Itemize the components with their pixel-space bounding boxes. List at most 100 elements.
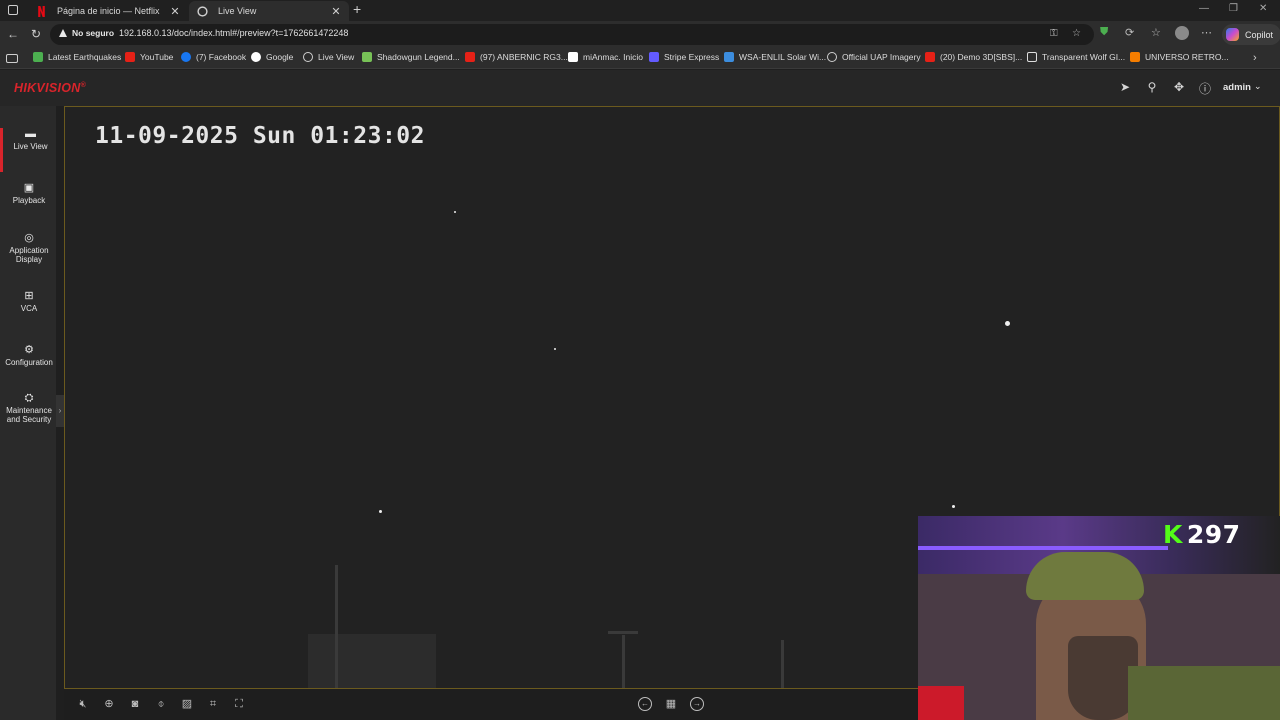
youtube-icon — [925, 52, 935, 62]
previous-icon[interactable]: ← — [638, 697, 652, 711]
bookmark-mianmac[interactable]: miAnmac. Inicio — [568, 52, 643, 62]
hikvision-logo: HIKVISION® — [14, 81, 87, 95]
sidebar-item-label: Application Display — [9, 246, 49, 264]
stripe-icon — [649, 52, 659, 62]
sidebar-collapse-handle[interactable]: › — [56, 395, 64, 427]
bookmark-youtube[interactable]: YouTube — [125, 52, 173, 62]
bookmark-label: miAnmac. Inicio — [583, 52, 643, 62]
tab-actions-icon[interactable] — [4, 3, 22, 18]
microphone-icon[interactable]: ⌽ — [154, 697, 168, 711]
security-indicator[interactable]: No seguro — [59, 28, 114, 38]
focus-icon[interactable]: ⌗ — [206, 697, 220, 711]
sidebar-item-maintenance[interactable]: ⛭ Maintenance and Security — [0, 392, 58, 436]
refresh-extension-icon[interactable]: ⟳ — [1125, 26, 1134, 39]
app-header: HIKVISION® ➤ ⚲ ✥ ⓘ admin ⌄ — [0, 70, 1280, 106]
building-silhouette — [308, 634, 436, 688]
tab-title: Página de inicio — Netflix — [57, 6, 160, 16]
sidebar-item-label: Live View — [13, 142, 48, 151]
sidebar-item-live-view[interactable]: ▬ Live View — [0, 128, 58, 172]
shield-extension-icon[interactable]: ⛊ — [1100, 26, 1108, 39]
android-icon — [362, 52, 372, 62]
sidebar-item-playback[interactable]: ▣ Playback — [0, 182, 58, 226]
bookmark-label: (97) ANBERNIC RG3... — [480, 52, 568, 62]
tab-netflix[interactable]: Página de inicio — Netflix ✕ — [28, 1, 188, 21]
bookmarks-bar: Latest Earthquakes YouTube (7) Facebook … — [0, 49, 1280, 69]
bookmark-label: UNIVERSO RETRO... — [1145, 52, 1229, 62]
chevron-down-icon[interactable]: ⌄ — [1254, 81, 1262, 92]
address-bar[interactable]: No seguro 192.168.0.13/doc/index.html#/p… — [50, 24, 1094, 45]
maintenance-icon: ⛭ — [24, 392, 34, 404]
bookmark-stripe[interactable]: Stripe Express — [649, 52, 719, 62]
send-icon[interactable]: ➤ — [1117, 80, 1133, 94]
bookmark-shadowgun[interactable]: Shadowgun Legend... — [362, 52, 460, 62]
bookmark-google[interactable]: Google — [251, 52, 293, 62]
close-window-icon[interactable]: ✕ — [1259, 3, 1267, 14]
bookmark-universo-retro[interactable]: UNIVERSO RETRO... — [1130, 52, 1229, 62]
antenna-silhouette — [622, 635, 625, 688]
info-icon[interactable]: ⓘ — [1197, 80, 1213, 97]
bookmark-latest-earthquakes[interactable]: Latest Earthquakes — [33, 52, 121, 62]
password-key-icon[interactable]: ⚿ — [1050, 28, 1058, 39]
light-point — [379, 510, 382, 513]
sidebar-item-vca[interactable]: ⊞ VCA — [0, 290, 58, 334]
live-view-toolbar: 🔇︎ ⊕ ◙ ⌽ ▨ ⌗ ⛶ ← ▦ → — [64, 689, 918, 720]
close-tab-icon[interactable]: ✕ — [331, 5, 341, 18]
bookmark-label: Stripe Express — [664, 52, 720, 62]
antenna-silhouette — [608, 631, 638, 634]
gear-icon: ⚙ — [24, 344, 34, 356]
bookmark-label: (7) Facebook — [196, 52, 247, 62]
minimize-icon[interactable]: — — [1199, 3, 1209, 14]
user-menu[interactable]: admin — [1223, 82, 1251, 93]
back-button[interactable]: ← — [5, 27, 21, 41]
mute-icon[interactable]: 🔇︎ — [76, 697, 90, 711]
live-view-icon: ▬ — [25, 128, 36, 140]
bookmark-label: Google — [266, 52, 294, 62]
layout-icon[interactable]: ▦ — [664, 697, 678, 711]
light-point — [554, 348, 556, 350]
bookmark-live-view[interactable]: Live View — [303, 52, 354, 62]
streamer-shirt — [1128, 666, 1280, 720]
light-point — [454, 211, 456, 213]
favorite-star-icon[interactable]: ☆ — [1072, 28, 1081, 39]
camera-icon[interactable]: ◙ — [128, 697, 142, 711]
reading-view-icon[interactable] — [6, 54, 18, 63]
sidebar-item-configuration[interactable]: ⚙ Configuration — [0, 344, 58, 388]
bookmark-label: Shadowgun Legend... — [377, 52, 460, 62]
bookmark-uap-imagery[interactable]: Official UAP Imagery — [827, 52, 921, 62]
favorites-icon[interactable]: ☆ — [1151, 26, 1161, 39]
bookmark-anbernic[interactable]: (97) ANBERNIC RG3... — [465, 52, 568, 62]
reload-button[interactable]: ↻ — [28, 27, 44, 41]
copilot-label: Copilot — [1245, 29, 1274, 40]
restore-icon[interactable]: ❐ — [1229, 3, 1238, 14]
globe-icon — [197, 5, 208, 17]
close-tab-icon[interactable]: ✕ — [170, 5, 180, 18]
copilot-button[interactable]: Copilot — [1222, 24, 1280, 45]
bookmark-transparent-wolf[interactable]: Transparent Wolf GI... — [1027, 52, 1125, 62]
kick-viewer-counter: K 297 — [1163, 520, 1241, 549]
security-label: No seguro — [72, 28, 115, 38]
search-icon[interactable]: ⚲ — [1144, 80, 1160, 94]
image-icon[interactable]: ▨ — [180, 697, 194, 711]
fullscreen-focus-icon[interactable]: ⛶ — [232, 697, 246, 711]
bookmark-wsa-enlil[interactable]: WSA-ENLIL Solar Wi... — [724, 52, 826, 62]
next-icon[interactable]: → — [690, 697, 704, 711]
bookmark-label: Latest Earthquakes — [48, 52, 122, 62]
red-object — [918, 686, 964, 720]
more-menu-icon[interactable]: ⋯ — [1201, 26, 1212, 39]
bookmark-facebook[interactable]: (7) Facebook — [181, 52, 246, 62]
sidebar-item-label: VCA — [20, 304, 38, 313]
zoom-icon[interactable]: ⊕ — [102, 697, 116, 711]
more-bookmarks-icon[interactable]: › — [1253, 52, 1257, 64]
sidebar-item-label: Playback — [12, 196, 46, 205]
new-tab-button[interactable]: + — [353, 1, 361, 17]
netflix-icon — [38, 5, 45, 17]
sidebar-item-application-display[interactable]: ◎ Application Display — [0, 232, 58, 276]
profile-avatar[interactable] — [1175, 26, 1189, 40]
kick-logo-icon: K — [1163, 520, 1183, 549]
facebook-icon — [181, 52, 191, 62]
url-text[interactable]: 192.168.0.13/doc/index.html#/preview?t=1… — [119, 28, 348, 38]
vca-icon: ⊞ — [24, 290, 34, 302]
puzzle-icon[interactable]: ✥ — [1171, 80, 1187, 94]
tab-live-view[interactable]: Live View ✕ — [189, 1, 349, 21]
bookmark-demo-3d[interactable]: (20) Demo 3D[SBS]... — [925, 52, 1022, 62]
